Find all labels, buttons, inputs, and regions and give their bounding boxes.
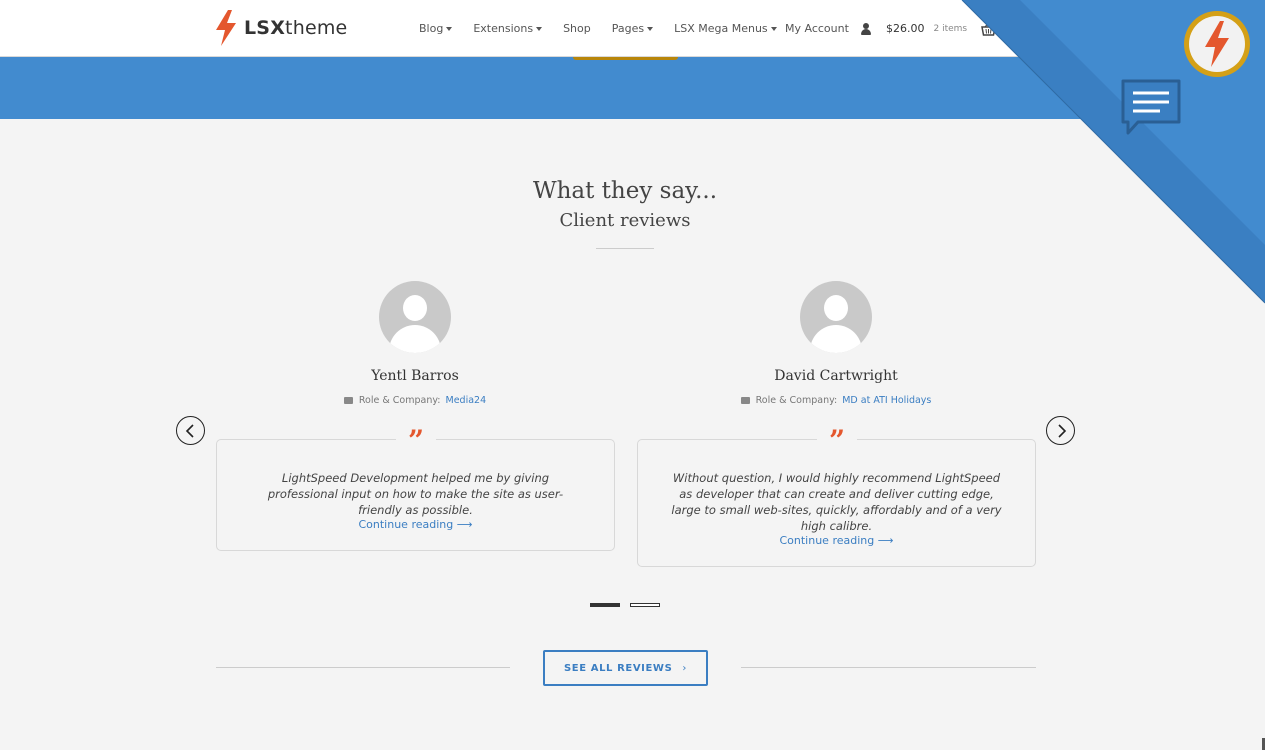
reviewer-company-link[interactable]: MD at ATI Holidays (842, 395, 931, 406)
carousel-next-button[interactable] (1046, 416, 1075, 445)
divider-line-right (741, 667, 1036, 668)
site-header: LSXtheme Blog Extensions Shop Pages LSX … (0, 0, 1265, 57)
review-text: Without question, I would highly recomme… (671, 471, 1002, 533)
divider-line-left (216, 667, 510, 668)
chat-bubble-icon[interactable] (1120, 78, 1182, 138)
caret-down-icon (446, 27, 453, 31)
carousel-prev-button[interactable] (176, 416, 205, 445)
cart-item-count: 2 items (933, 23, 968, 34)
caret-down-icon (770, 27, 777, 31)
reviewer-role: Role & Company: Media24 (225, 395, 605, 406)
review-text: LightSpeed Development helped me by givi… (267, 471, 564, 517)
main-nav: Blog Extensions Shop Pages LSX Mega Menu… (419, 0, 798, 57)
continue-reading-link[interactable]: Continue reading ⟶ (638, 534, 1035, 547)
carousel-dot-2[interactable] (630, 603, 660, 607)
chevron-left-icon (185, 424, 194, 438)
nav-item-lsx-mega-menus[interactable]: LSX Mega Menus (674, 22, 777, 35)
cart-link[interactable]: $26.00 2 items (886, 0, 997, 57)
cart-total: $26.00 (886, 22, 925, 35)
my-account-link[interactable]: My Account (785, 0, 871, 57)
briefcase-icon (740, 397, 750, 404)
section-title: What they say... (532, 178, 718, 204)
chevron-right-icon (1058, 424, 1067, 438)
nav-item-blog[interactable]: Blog (419, 22, 453, 35)
section-subtitle: Client reviews (559, 210, 691, 231)
my-account-label: My Account (785, 22, 849, 35)
lightning-badge-icon (1205, 21, 1229, 67)
basket-icon (981, 21, 997, 36)
quote-icon: ” (828, 424, 846, 457)
nav-item-shop[interactable]: Shop (563, 22, 591, 35)
review-card: ” LightSpeed Development helped me by gi… (216, 427, 615, 551)
review-card: ” Without question, I would highly recom… (637, 427, 1036, 567)
reviewer-name: David Cartwright (774, 368, 898, 384)
nav-item-extensions[interactable]: Extensions (473, 22, 543, 35)
hero-band (0, 57, 1265, 119)
caret-down-icon (647, 27, 654, 31)
reviewer-name: Yentl Barros (371, 368, 459, 384)
continue-reading-link[interactable]: Continue reading ⟶ (217, 518, 614, 531)
lightning-logo-icon (216, 10, 236, 46)
lightning-badge[interactable] (1184, 11, 1250, 77)
hero-button-edge (573, 57, 678, 60)
see-all-reviews-button[interactable]: SEE ALL REVIEWS › (543, 650, 708, 686)
avatar (800, 281, 872, 353)
heading-divider (596, 248, 654, 249)
briefcase-icon (343, 397, 353, 404)
reviewer-role: Role & Company: MD at ATI Holidays (646, 395, 1026, 406)
logo-text: LSXtheme (244, 17, 348, 39)
chevron-right-icon: › (682, 662, 687, 674)
caret-down-icon (536, 27, 543, 31)
avatar (379, 281, 451, 353)
quote-icon: ” (407, 424, 425, 457)
site-logo[interactable]: LSXtheme (214, 10, 347, 46)
nav-item-pages[interactable]: Pages (612, 22, 654, 35)
reviewer-company-link[interactable]: Media24 (446, 395, 487, 406)
carousel-dot-1[interactable] (590, 603, 620, 607)
user-icon (860, 22, 871, 35)
